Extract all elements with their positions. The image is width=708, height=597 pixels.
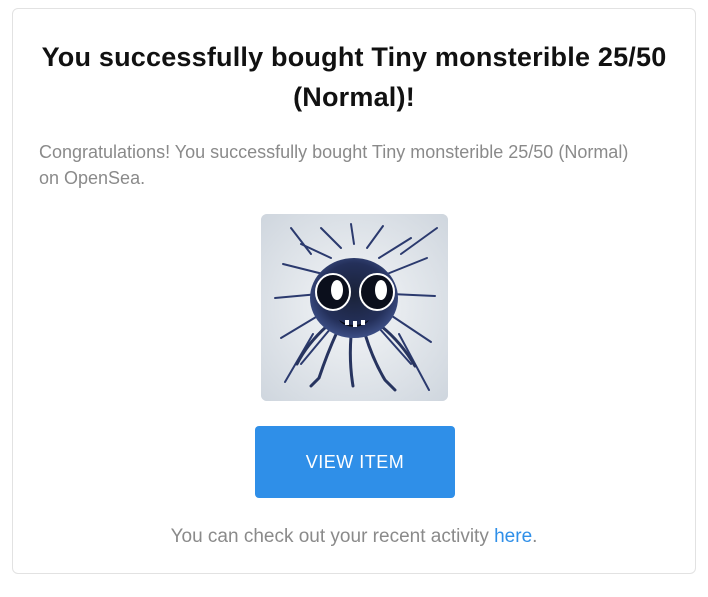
- recent-activity-suffix: .: [532, 526, 538, 547]
- recent-activity-link[interactable]: here: [494, 526, 532, 547]
- page-title: You successfully bought Tiny monsterible…: [41, 42, 667, 112]
- item-image[interactable]: [261, 214, 448, 401]
- view-item-button[interactable]: VIEW ITEM: [255, 426, 455, 498]
- monster-nft-image: [261, 214, 448, 401]
- congratulations-message: Congratulations! You successfully bought…: [39, 142, 629, 188]
- recent-activity-text: You can check out your recent activity h…: [13, 523, 695, 551]
- recent-activity-prefix: You can check out your recent activity: [170, 526, 495, 547]
- email-card: You successfully bought Tiny monsterible…: [12, 8, 696, 574]
